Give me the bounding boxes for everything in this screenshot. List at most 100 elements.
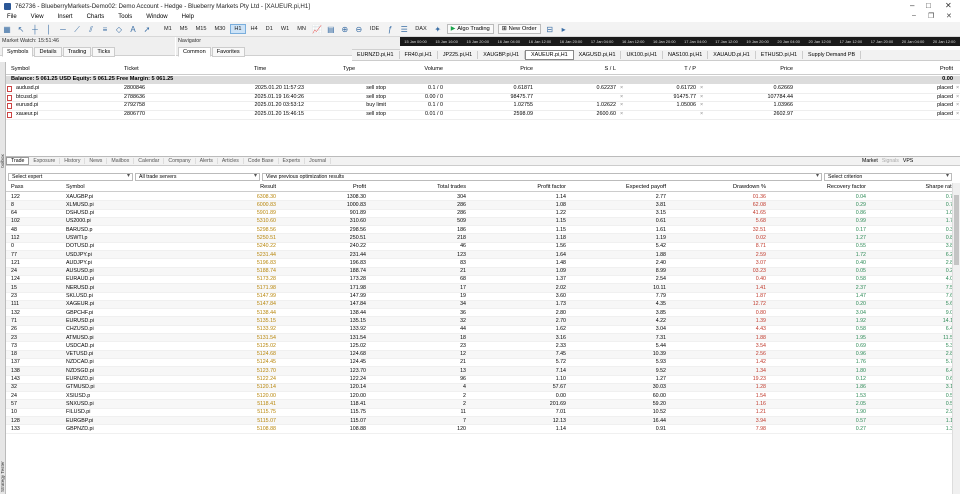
new-order-button[interactable]: ⊞ New Order <box>497 24 541 34</box>
cancel-order-icon[interactable]: × <box>956 102 959 108</box>
tab-calendar[interactable]: Calendar <box>134 158 165 164</box>
fibo-icon[interactable]: ≡ <box>101 25 110 34</box>
timeframe-w1[interactable]: W1 <box>278 25 292 33</box>
timeframe-h1[interactable]: H1 <box>230 24 246 34</box>
ide-button[interactable]: IDE <box>367 25 382 33</box>
col-cur-price[interactable]: Price <box>756 66 793 72</box>
tab-alerts[interactable]: Alerts <box>196 158 218 164</box>
cursor-icon[interactable]: ↖ <box>17 25 26 34</box>
order-row[interactable]: btcusd.pi 2788636 2025.01.19 16:40:26 sell … <box>6 94 960 103</box>
result-row[interactable]: 137 NZDCAD.pi 5124.45 124.45 21 5.72 5.93 1.42 1… <box>6 359 952 368</box>
tab-symbols[interactable]: Symbols <box>2 47 34 57</box>
col-pass[interactable]: Pass <box>11 184 51 190</box>
col-sharpe-ratio[interactable]: Sharpe ratio <box>886 184 956 190</box>
close-icon[interactable]: ✕ <box>945 1 952 10</box>
signals-button[interactable]: Signals <box>882 158 899 164</box>
vps-button[interactable]: VPS <box>903 158 913 164</box>
servers-select[interactable]: All trade servers <box>135 173 260 181</box>
tab-ticks[interactable]: Ticks <box>92 47 116 57</box>
lightbulb-icon[interactable]: ✦ <box>433 25 442 34</box>
col-ticket[interactable]: Ticket <box>124 66 139 72</box>
result-row[interactable]: 143 EURNZD.pi 5122.24 122.24 96 1.10 1.27 19.23… <box>6 376 952 384</box>
col-symbol[interactable]: Symbol <box>66 184 146 190</box>
col-profit-factor[interactable]: Profit factor <box>496 184 566 190</box>
chart-tab[interactable]: EURNZD.pi,H1 <box>352 51 400 59</box>
result-row[interactable]: 121 AUDJPY.pi 5196.83 196.83 83 1.48 2.40 3.07 0… <box>6 259 952 268</box>
grid-icon[interactable]: ⊟ <box>545 25 554 34</box>
menu-file[interactable]: File <box>0 14 24 20</box>
templates-icon[interactable]: ▤ <box>326 25 335 34</box>
col-volume[interactable]: Volume <box>406 66 443 72</box>
new-chart-icon[interactable]: ▦ <box>3 25 12 34</box>
criterion-select[interactable]: Select criterion <box>824 173 952 181</box>
order-row[interactable]: xaueur.pi 2806770 2025.01.20 15:46:15 sell … <box>6 111 960 120</box>
timeframe-m30[interactable]: M30 <box>211 25 228 33</box>
tab-details[interactable]: Details <box>34 47 62 57</box>
maximize-icon[interactable]: □ <box>926 1 931 10</box>
remove-level-icon[interactable]: × <box>620 85 623 91</box>
minimize-icon[interactable]: – <box>910 1 914 10</box>
col-symbol[interactable]: Symbol <box>11 66 30 72</box>
more-icon[interactable]: ▸ <box>559 25 568 34</box>
timeframe-mn[interactable]: MN <box>294 25 309 33</box>
result-row[interactable]: 122 XAUGBP.pi 6308.30 1308.30 304 1.14 2.77 01.… <box>6 193 952 202</box>
chart-tab[interactable]: ETHUSD.pi,H1 <box>756 51 804 59</box>
result-row[interactable]: 57 SNXUSD.pi 5118.41 118.41 2 201.69 59.20 1.16… <box>6 400 952 409</box>
chart-tab[interactable]: XAGUSD.pi,H1 <box>574 51 622 59</box>
result-row[interactable]: 71 EURUSD.pi 5135.15 135.15 32 2.70 4.22 1.39 1.… <box>6 317 952 326</box>
result-row[interactable]: 77 USDJPY.pi 5231.44 231.44 123 1.64 1.88 2.59 1… <box>6 251 952 260</box>
col-result[interactable]: Result <box>206 184 276 190</box>
chart-tab[interactable]: NAS100.pi,H1 <box>663 51 709 59</box>
col-type[interactable]: Type <box>343 66 355 72</box>
result-row[interactable]: 23 SKLUSD.pi 5147.99 147.99 19 3.60 7.79 1.87 1.… <box>6 293 952 301</box>
crosshair-icon[interactable]: ┼ <box>31 25 40 34</box>
zoom-in-icon[interactable]: ⊕ <box>340 25 349 34</box>
tab-common[interactable]: Common <box>178 47 211 57</box>
timeframe-m1[interactable]: M1 <box>161 25 175 33</box>
result-row[interactable]: 102 US2000.pi 5310.60 310.60 509 1.15 0.61 5.68… <box>6 217 952 227</box>
result-row[interactable]: 64 DSHUSD.pi 5901.89 901.89 286 1.22 3.15 41.65… <box>6 210 952 218</box>
tab-company[interactable]: Company <box>164 158 196 164</box>
results-view-select[interactable]: View previous optimization results <box>262 173 822 181</box>
mdi-minimize-icon[interactable]: – <box>912 12 916 19</box>
tab-trade[interactable]: Trade <box>6 157 30 165</box>
trendline-icon[interactable]: ⟋ <box>73 25 82 34</box>
tab-favorites[interactable]: Favorites <box>211 47 245 57</box>
result-row[interactable]: 23 ATMUSD.pi 5131.54 131.54 18 3.16 7.31 1.88 1.… <box>6 334 952 343</box>
result-row[interactable]: 124 EURAUD.pi 5173.28 173.28 68 1.37 2.54 0.40 0… <box>6 276 952 285</box>
timeframe-m5[interactable]: M5 <box>177 25 191 33</box>
result-row[interactable]: 15 NERUSD.pi 5171.98 171.98 17 2.02 10.11 1.41 2… <box>6 284 952 293</box>
col-expected-payoff[interactable]: Expected payoff <box>596 184 666 190</box>
col-recovery-factor[interactable]: Recovery factor <box>796 184 866 190</box>
chart-tab[interactable]: FR40.pi,H1 <box>400 51 438 59</box>
chart-tab[interactable]: XAUAUD.pi,H1 <box>708 51 756 59</box>
result-row[interactable]: 26 CHZUSD.pi 5133.92 133.92 44 1.62 3.04 4.43 0.… <box>6 326 952 335</box>
remove-level-icon[interactable]: × <box>620 102 623 108</box>
cancel-order-icon[interactable]: × <box>956 85 959 91</box>
arrows-icon[interactable]: ➚ <box>143 25 152 34</box>
menu-tools[interactable]: Tools <box>111 14 139 20</box>
tab-trading[interactable]: Trading <box>62 47 92 57</box>
col-profit[interactable]: Profit <box>916 66 953 72</box>
timeframe-h4[interactable]: H4 <box>248 25 261 33</box>
result-row[interactable]: 138 NZDSGD.pi 5123.70 123.70 13 7.14 9.52 1.34 1… <box>6 367 952 376</box>
scroll-thumb[interactable] <box>954 195 959 265</box>
chart-tab[interactable]: JP225.pi,H1 <box>438 51 479 59</box>
chart-tab[interactable]: XAUGBP.pi,H1 <box>478 51 526 59</box>
remove-level-icon[interactable]: × <box>620 111 623 117</box>
mdi-restore-icon[interactable]: ❐ <box>928 12 934 20</box>
result-row[interactable]: 133 GBPNZD.pi 5108.88 108.88 120 1.14 0.91 7.98… <box>6 425 952 434</box>
col-profit[interactable]: Profit <box>296 184 366 190</box>
tab-code-base[interactable]: Code Base <box>244 158 279 164</box>
chart-tab[interactable]: XAUEUR.pi,H1 <box>525 50 574 60</box>
result-row[interactable]: 8 XLMUSD.pi 6000.83 1000.83 286 1.08 3.81 62.08… <box>6 201 952 210</box>
market-button[interactable]: Market <box>862 158 878 164</box>
col-tp[interactable]: T / P <box>656 66 696 72</box>
menu-charts[interactable]: Charts <box>80 14 112 20</box>
tab-journal[interactable]: Journal <box>305 158 332 164</box>
result-row[interactable]: 0 DOTUSD.pi 5240.22 240.22 46 1.56 5.42 8.71 0.5… <box>6 243 952 252</box>
col-drawdown[interactable]: Drawdown % <box>696 184 766 190</box>
result-row[interactable]: 18 VETUSD.pi 5124.68 124.68 12 7.45 10.39 2.56 0… <box>6 350 952 359</box>
tab-history[interactable]: History <box>60 158 86 164</box>
result-row[interactable]: 132 GBPCHF.pi 5138.44 138.44 36 2.80 3.85 0.80 3… <box>6 309 952 318</box>
